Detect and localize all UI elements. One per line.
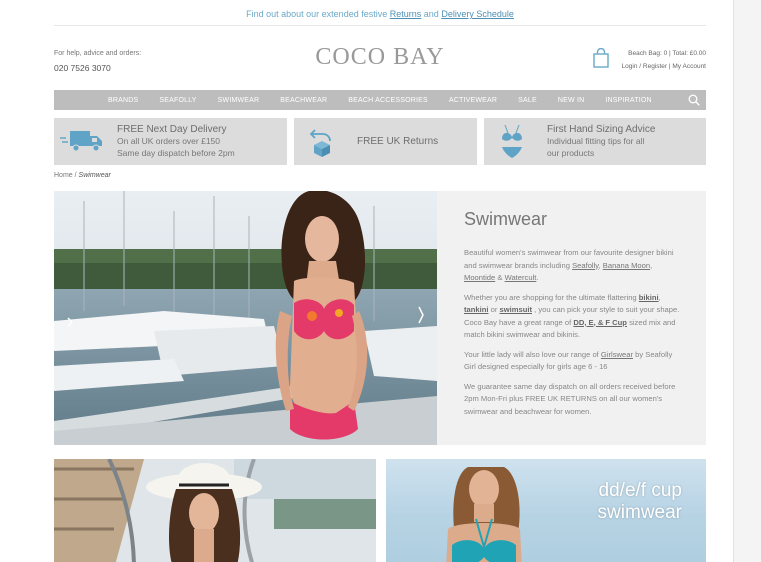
delivery-truck-icon bbox=[60, 131, 102, 152]
nav-swimwear[interactable]: SWIMWEAR bbox=[218, 97, 260, 104]
promo-sizing-line1: Individual fitting tips for all bbox=[547, 136, 645, 146]
promo-sizing-line2: our products bbox=[547, 148, 595, 158]
category-tile-hat[interactable] bbox=[54, 459, 376, 562]
delivery-schedule-link[interactable]: Delivery Schedule bbox=[441, 9, 514, 19]
banana-moon-link[interactable]: Banana Moon bbox=[603, 261, 650, 270]
watercult-link[interactable]: Watercult bbox=[505, 273, 537, 282]
cup-heading-line1: dd/e/f cup bbox=[598, 480, 682, 501]
breadcrumb-home[interactable]: Home bbox=[54, 172, 73, 179]
p3-text: Your little lady will also love our rang… bbox=[464, 349, 599, 359]
announcement-bar: Find out about our extended festive Retu… bbox=[54, 6, 706, 26]
nav-beach-accessories[interactable]: BEACH ACCESSORIES bbox=[348, 97, 428, 104]
description-paragraph-4: We guarantee same day dispatch on all or… bbox=[464, 381, 676, 416]
promo-delivery-title: FREE Next Day Delivery bbox=[117, 124, 227, 135]
help-contact: For help, advice and orders: 020 7526 30… bbox=[54, 47, 141, 75]
promo-delivery[interactable]: FREE Next Day Delivery On all UK orders … bbox=[54, 118, 287, 165]
tankini-link[interactable]: tankini bbox=[464, 305, 488, 314]
breadcrumb-current: Swimwear bbox=[78, 172, 111, 179]
announcement-text: Find out about our extended festive bbox=[246, 9, 388, 19]
nav-inspiration[interactable]: INSPIRATION bbox=[605, 97, 651, 104]
promo-returns[interactable]: FREE UK Returns bbox=[294, 118, 477, 165]
p1-comma-2: , bbox=[650, 260, 653, 270]
breadcrumb-separator: / bbox=[74, 172, 77, 179]
nav-brands[interactable]: BRANDS bbox=[108, 97, 138, 104]
p2-text: Whether you are shopping for the ultimat… bbox=[464, 292, 637, 302]
hero-image bbox=[54, 191, 437, 445]
search-icon[interactable] bbox=[688, 94, 700, 106]
promo-sizing-title: First Hand Sizing Advice bbox=[547, 124, 656, 135]
promo-returns-title: FREE UK Returns bbox=[357, 136, 439, 147]
bikini-icon bbox=[502, 125, 522, 158]
tile-boat-photo bbox=[54, 459, 376, 562]
page: Find out about our extended festive Retu… bbox=[0, 0, 733, 562]
promo-sizing[interactable]: First Hand Sizing Advice Individual fitt… bbox=[484, 118, 706, 165]
site-logo[interactable]: COCO BAY bbox=[290, 44, 470, 71]
phone-number[interactable]: 020 7526 3070 bbox=[54, 61, 141, 75]
description-paragraph-3: Your little lady will also love our rang… bbox=[464, 349, 684, 374]
bikini-link[interactable]: bikini bbox=[639, 293, 659, 302]
main-nav: BRANDS SEAFOLLY SWIMWEAR BEACHWEAR BEACH… bbox=[54, 90, 706, 110]
seafolly-link[interactable]: Seafolly bbox=[572, 261, 598, 270]
description-paragraph-1: Beautiful women's swimwear from our favo… bbox=[464, 247, 684, 285]
category-title: Swimwear bbox=[464, 209, 548, 229]
cup-swimwear-heading: dd/e/f cup swimwear bbox=[598, 480, 682, 524]
nav-sale[interactable]: SALE bbox=[518, 97, 537, 104]
browser-scrollbar[interactable] bbox=[733, 0, 761, 562]
nav-activewear[interactable]: ACTIVEWEAR bbox=[449, 97, 497, 104]
category-description: Swimwear Beautiful women's swimwear from… bbox=[437, 191, 706, 445]
shopping-bag-icon[interactable] bbox=[592, 48, 610, 68]
nav-seafolly[interactable]: SEAFOLLY bbox=[159, 97, 196, 104]
returns-link[interactable]: Returns bbox=[390, 9, 422, 19]
nav-new-in[interactable]: NEW IN bbox=[558, 97, 584, 104]
return-box-icon bbox=[309, 129, 331, 157]
description-paragraph-2: Whether you are shopping for the ultimat… bbox=[464, 292, 684, 342]
moontide-link[interactable]: Moontide bbox=[464, 273, 495, 282]
p2-comma: , bbox=[658, 292, 661, 302]
announcement-and: and bbox=[423, 9, 439, 19]
account-links[interactable]: Login / Register | My Account bbox=[622, 60, 706, 73]
hero-marina-photo bbox=[54, 191, 437, 445]
p1-end: . bbox=[536, 273, 539, 282]
p1-amp: & bbox=[497, 273, 503, 282]
dd-e-f-cup-link[interactable]: DD, E, & F Cup bbox=[573, 318, 627, 327]
promo-delivery-line1: On all UK orders over £150 bbox=[117, 136, 220, 146]
bag-summary: Beach Bag: 0 | Total: £0.00 Login / Regi… bbox=[622, 47, 706, 73]
breadcrumb: Home / Swimwear bbox=[54, 172, 111, 179]
promo-delivery-line2: Same day dispatch before 2pm bbox=[117, 148, 235, 158]
girlswear-link[interactable]: Girlswear bbox=[601, 350, 633, 359]
swimsuit-link[interactable]: swimsuit bbox=[500, 305, 533, 314]
p1-comma: , bbox=[598, 260, 601, 270]
bag-total[interactable]: Beach Bag: 0 | Total: £0.00 bbox=[622, 47, 706, 60]
cup-heading-line2: swimwear bbox=[597, 502, 682, 523]
nav-beachwear[interactable]: BEACHWEAR bbox=[280, 97, 327, 104]
category-tile-dd-e-f-cup[interactable]: dd/e/f cup swimwear bbox=[386, 459, 706, 562]
p2-or: or bbox=[490, 305, 498, 314]
help-label: For help, advice and orders: bbox=[54, 50, 142, 57]
